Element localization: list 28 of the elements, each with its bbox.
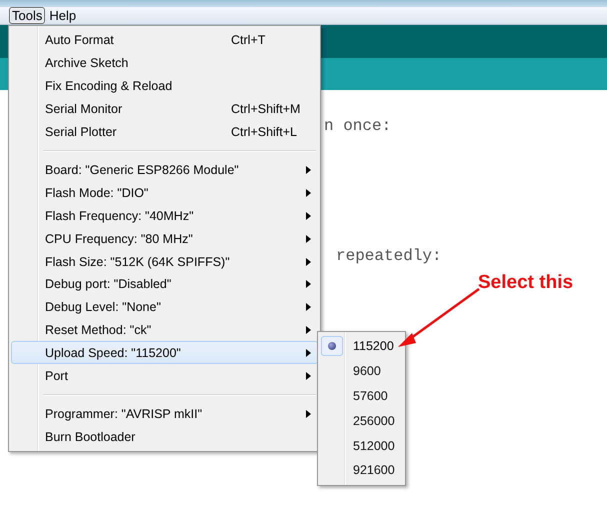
code-line: repeatedly: [336,247,443,267]
menu-item[interactable]: Help [46,7,80,24]
menu-item[interactable]: Tools [9,7,46,24]
menu-item[interactable]: 115200 [353,339,394,354]
menu-item[interactable]: CPU Frequency: "80 MHz" [11,227,318,250]
code-line: n once: [324,117,392,137]
menu-item[interactable]: Port [11,364,318,387]
menu-item[interactable]: Archive Sketch [11,52,318,75]
menu-item[interactable]: Flash Size: "512K (64K SPIFFS)" [11,250,318,273]
menu-item[interactable]: Debug Level: "None" [11,296,318,319]
menu-item[interactable]: Programmer: "AVRISP mkII" [11,402,318,426]
menu-item[interactable]: Board: "Generic ESP8266 Module" [11,158,318,182]
menu-item[interactable]: Upload Speed: "115200" [11,341,318,364]
menu-item[interactable]: 512000 [353,438,395,453]
menu-item[interactable]: Flash Mode: "DIO" [11,182,318,205]
menu-item[interactable]: 256000 [353,414,395,428]
menu-item[interactable]: Serial Monitor Ctrl+Shift+M [11,97,318,120]
menu-item[interactable]: Flash Frequency: "40MHz" [11,204,318,228]
menu-item[interactable]: Fix Encoding & Reload [11,74,318,98]
menu-item[interactable]: 57600 [353,388,388,403]
menu-item[interactable]: Serial Plotter Ctrl+Shift+L [11,120,318,143]
menu-item[interactable]: Debug port: "Disabled" [11,272,318,296]
menu-item[interactable]: Auto Format Ctrl+T [11,29,318,52]
annotation-text: Select this [478,272,574,294]
menu-item[interactable]: 9600 [353,364,381,378]
menu-item[interactable]: Reset Method: "ck" [11,318,318,342]
menu-item[interactable]: 921600 [353,463,395,478]
menu-item[interactable]: Burn Bootloader [11,426,318,449]
